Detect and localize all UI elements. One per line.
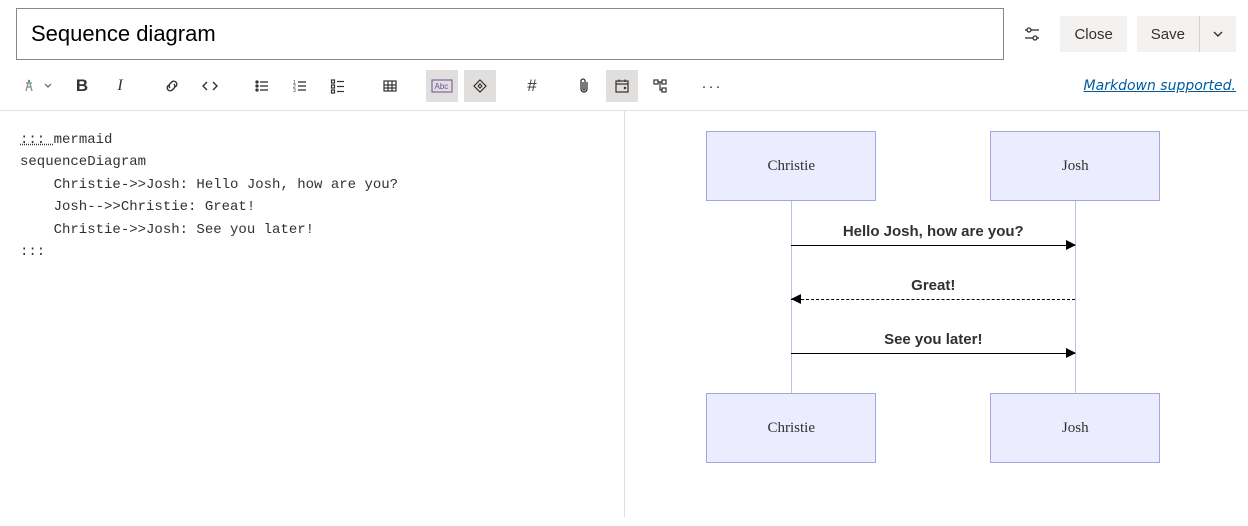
svg-text:3: 3: [293, 88, 296, 94]
message-arrow-dashed: [791, 299, 1075, 300]
italic-button[interactable]: I: [104, 70, 136, 102]
participant-box: Josh: [990, 131, 1160, 201]
preview-pane: Christie Josh Hello Josh, how are you? G…: [625, 111, 1248, 517]
checklist-button[interactable]: [322, 70, 354, 102]
message-label: Hello Josh, how are you?: [791, 223, 1075, 240]
diamond-icon: [472, 78, 488, 94]
code-line: sequenceDiagram: [20, 154, 146, 170]
save-button[interactable]: Save: [1137, 16, 1200, 52]
lifeline: [1075, 201, 1076, 393]
code-line: Christie->>Josh: Hello Josh, how are you…: [20, 177, 398, 193]
link-button[interactable]: [156, 70, 188, 102]
link-icon: [163, 77, 181, 95]
arrowhead-icon: [1066, 240, 1076, 250]
attach-button[interactable]: [568, 70, 600, 102]
participant-box: Christie: [706, 393, 876, 463]
font-icon: [24, 78, 44, 94]
settings-button[interactable]: [1014, 16, 1050, 52]
code-line: Christie->>Josh: See you later!: [20, 222, 314, 238]
save-dropdown-button[interactable]: [1200, 16, 1236, 52]
hash-button[interactable]: #: [516, 70, 548, 102]
code-fence-close: :::: [20, 244, 45, 260]
list-ul-icon: [254, 78, 270, 94]
heading-button[interactable]: [16, 70, 60, 102]
more-button[interactable]: ···: [696, 70, 728, 102]
code-line: Josh-->>Christie: Great!: [20, 199, 255, 215]
arrowhead-icon: [791, 294, 801, 304]
date-button[interactable]: [606, 70, 638, 102]
markdown-supported-link[interactable]: Markdown supported.: [1084, 78, 1236, 94]
collapse-button[interactable]: [464, 70, 496, 102]
table-button[interactable]: [374, 70, 406, 102]
chevron-down-icon: [44, 82, 52, 90]
list-ol-icon: 123: [292, 78, 308, 94]
code-button[interactable]: [194, 70, 226, 102]
calendar-icon: [614, 78, 630, 94]
bold-button[interactable]: B: [66, 70, 98, 102]
list-check-icon: [330, 78, 346, 94]
markdown-editor[interactable]: ::: mermaid sequenceDiagram Christie->>J…: [0, 111, 625, 517]
editor-toolbar: B I 123 Abc #: [16, 70, 728, 102]
message-arrow: [791, 353, 1075, 354]
ordered-list-button[interactable]: 123: [284, 70, 316, 102]
unordered-list-button[interactable]: [246, 70, 278, 102]
title-input[interactable]: [16, 8, 1004, 60]
paperclip-icon: [576, 77, 592, 95]
participant-box: Josh: [990, 393, 1160, 463]
sliders-icon: [1023, 25, 1041, 43]
tree-icon: [652, 78, 668, 94]
sequence-diagram: Christie Josh Hello Josh, how are you? G…: [706, 131, 1166, 461]
message-arrow: [791, 245, 1075, 246]
svg-text:Abc: Abc: [435, 82, 449, 91]
code-lang: mermaid: [54, 132, 113, 148]
message-label: See you later!: [791, 331, 1075, 348]
arrowhead-icon: [1066, 348, 1076, 358]
close-button[interactable]: Close: [1060, 16, 1126, 52]
abc-icon: Abc: [431, 79, 453, 93]
table-icon: [382, 78, 398, 94]
code-fence-open: :::: [20, 132, 54, 148]
code-icon: [201, 77, 219, 95]
mention-button[interactable]: Abc: [426, 70, 458, 102]
query-button[interactable]: [644, 70, 676, 102]
participant-box: Christie: [706, 131, 876, 201]
message-label: Great!: [791, 277, 1075, 294]
chevron-down-icon: [1212, 28, 1224, 40]
